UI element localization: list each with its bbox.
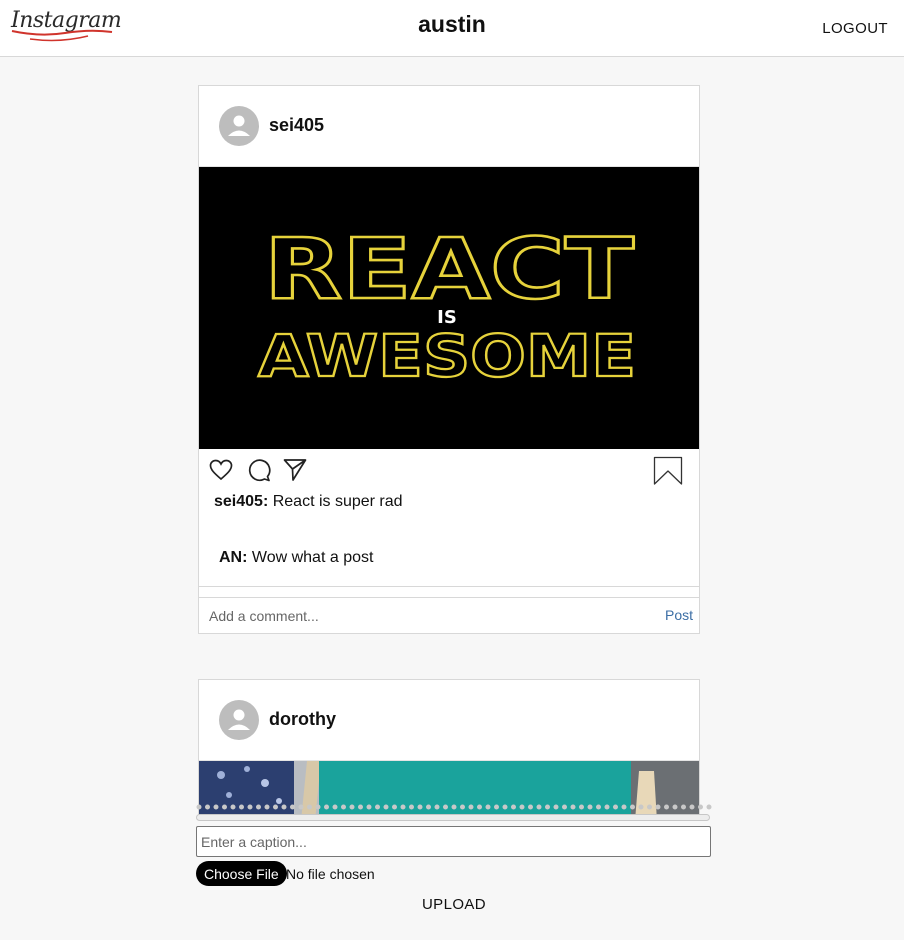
logo-strike-decoration xyxy=(11,29,113,42)
comment-item: AN: Wow what a post xyxy=(219,549,373,567)
avatar[interactable] xyxy=(219,106,259,146)
caption-username[interactable]: sei405: xyxy=(214,493,268,510)
upload-panel: Choose File No file chosen UPLOAD xyxy=(196,800,712,920)
user-silhouette-icon xyxy=(228,115,250,136)
choose-file-button[interactable]: Choose File xyxy=(196,861,287,886)
share-icon[interactable] xyxy=(283,458,307,482)
caption-input[interactable] xyxy=(196,826,711,857)
post-caption: sei405: React is super rad xyxy=(214,493,403,511)
comment-username[interactable]: AN: xyxy=(219,549,247,566)
caption-text: React is super rad xyxy=(272,493,403,510)
post-username[interactable]: sei405 xyxy=(269,115,324,136)
comment-form: Post xyxy=(199,598,699,633)
app-header: Instagram austin LOGOUT xyxy=(0,0,904,57)
bookmark-icon[interactable] xyxy=(653,456,683,486)
dotted-separator xyxy=(196,804,712,810)
comment-icon[interactable] xyxy=(247,458,271,482)
current-username: austin xyxy=(418,11,486,37)
post-card: sei405 REACT IS AWESOME sei405: React is… xyxy=(198,85,700,634)
post-header: dorothy xyxy=(199,680,699,761)
post-comment-button[interactable]: Post xyxy=(665,607,693,623)
upload-button[interactable]: UPLOAD xyxy=(196,896,712,913)
heart-icon[interactable] xyxy=(209,459,233,481)
avatar[interactable] xyxy=(219,700,259,740)
post-image[interactable]: REACT IS AWESOME xyxy=(199,167,699,449)
image-text-react: REACT xyxy=(264,220,634,318)
post-username[interactable]: dorothy xyxy=(269,709,336,730)
comment-input[interactable] xyxy=(199,598,654,633)
logout-button[interactable]: LOGOUT xyxy=(822,20,888,37)
upload-progress-bar xyxy=(196,814,710,821)
post-header: sei405 xyxy=(199,86,699,167)
post-card: dorothy xyxy=(198,679,700,819)
react-is-awesome-graphic: REACT IS AWESOME xyxy=(199,167,699,449)
comment-text: Wow what a post xyxy=(251,549,374,566)
file-status: No file chosen xyxy=(286,866,375,882)
divider xyxy=(199,586,699,587)
image-text-awesome: AWESOME xyxy=(258,322,636,390)
post-actions xyxy=(199,449,699,489)
user-silhouette-icon xyxy=(228,709,250,730)
